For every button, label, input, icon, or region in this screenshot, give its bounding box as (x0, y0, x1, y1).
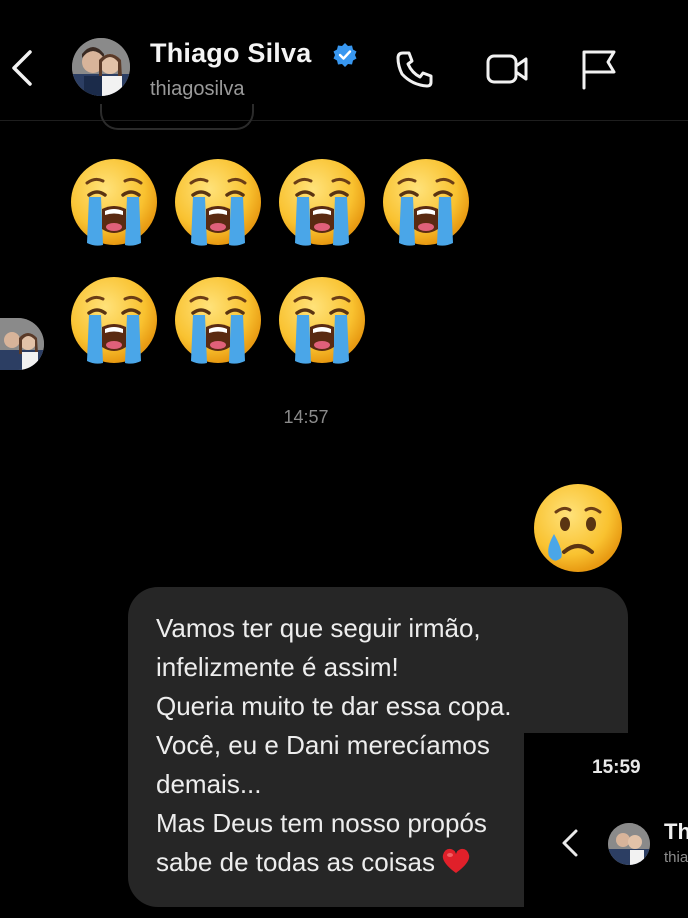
contact-name[interactable]: Th (664, 819, 688, 845)
profile-avatar[interactable] (608, 823, 650, 865)
message-text-line: Vamos ter que seguir irmão, (156, 613, 481, 643)
loudly-crying-face-emoji[interactable] (277, 157, 367, 247)
message-text-line: infelizmente é assim! (156, 652, 399, 682)
loudly-crying-face-emoji[interactable] (277, 275, 367, 365)
back-arrow-icon[interactable] (6, 46, 36, 90)
contact-handle: thiagosilva (150, 78, 245, 100)
message-timestamp: 14:57 (283, 407, 329, 427)
emoji-message-row-1 (69, 157, 471, 247)
emoji-message-row-2 (69, 275, 367, 365)
contact-name[interactable]: Thiago Silva (150, 38, 311, 69)
verified-badge-icon (333, 43, 357, 67)
message-text-line: demais... (156, 769, 262, 799)
message-text-line: Você, eu e Dani merecíamos (156, 730, 490, 760)
phone-icon[interactable] (392, 46, 438, 92)
contact-handle: thia (664, 849, 688, 866)
overlaid-screenshot: 15:59 Th thia (524, 733, 688, 918)
sender-avatar[interactable] (0, 318, 44, 370)
message-text-line: Mas Deus tem nosso propós (156, 808, 487, 838)
message-text-line: sabe de todas as coisas (156, 847, 471, 877)
status-bar-time: 15:59 (592, 757, 641, 778)
video-camera-icon[interactable] (484, 46, 530, 92)
profile-avatar[interactable] (72, 38, 130, 96)
loudly-crying-face-emoji[interactable] (381, 157, 471, 247)
loudly-crying-face-emoji[interactable] (173, 157, 263, 247)
loudly-crying-face-emoji[interactable] (173, 275, 263, 365)
flag-icon[interactable] (576, 46, 622, 92)
back-arrow-icon[interactable] (558, 827, 580, 859)
loudly-crying-face-emoji[interactable] (69, 275, 159, 365)
crying-face-emoji[interactable] (532, 482, 624, 574)
loudly-crying-face-emoji[interactable] (69, 157, 159, 247)
chat-header: Thiago Silva thiagosilva (0, 0, 688, 121)
previous-message-bubble (100, 104, 254, 130)
message-text-line: Queria muito te dar essa copa. (156, 691, 512, 721)
red-heart-emoji (442, 848, 470, 873)
